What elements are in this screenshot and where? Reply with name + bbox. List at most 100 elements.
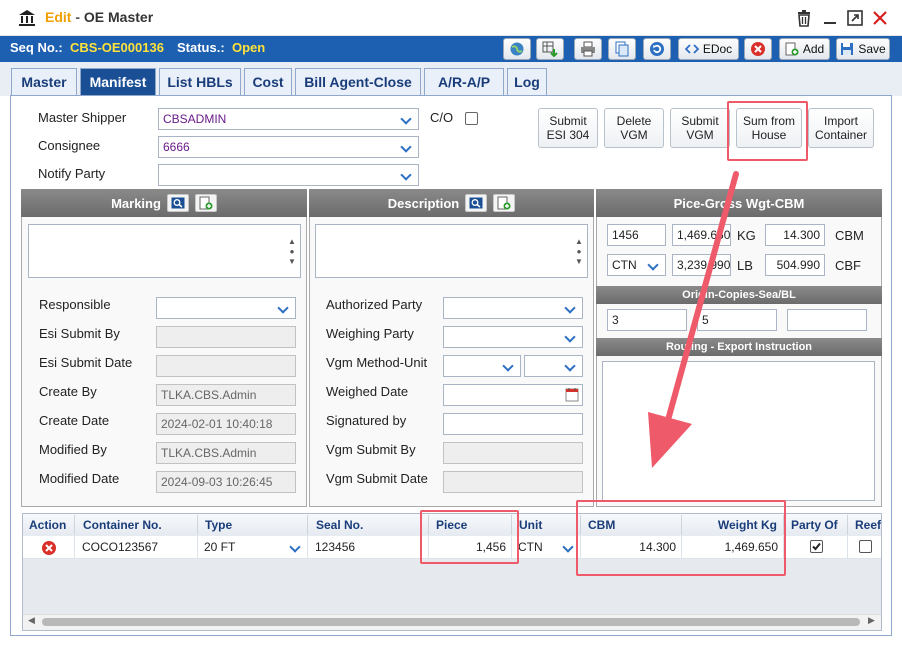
import-container-button[interactable]: Import Container xyxy=(808,108,874,148)
copy-button[interactable] xyxy=(608,38,636,60)
title-mode: Edit xyxy=(45,9,72,25)
chevron-down-icon xyxy=(561,299,581,317)
cell-type[interactable]: 20 FT xyxy=(199,536,308,558)
bank-icon xyxy=(19,10,35,26)
close-icon[interactable] xyxy=(870,8,890,28)
cell-unit-value: CTN xyxy=(518,540,543,554)
search-icon xyxy=(171,197,185,209)
notify-party-select[interactable] xyxy=(158,164,419,186)
tab-cost[interactable]: Cost xyxy=(244,68,292,95)
import-button[interactable] xyxy=(536,38,564,60)
trash-icon[interactable] xyxy=(794,8,814,28)
responsible-select[interactable] xyxy=(156,297,296,319)
authorized-party-select[interactable] xyxy=(443,297,583,319)
status-value: Open xyxy=(232,40,266,55)
cell-unit[interactable]: CTN xyxy=(513,536,581,558)
cbm-unit: CBM xyxy=(835,228,864,243)
create-by-label: Create By xyxy=(39,384,97,399)
vgm-submit-date-field xyxy=(443,471,583,493)
col-unit[interactable]: Unit xyxy=(513,515,581,535)
tab-ar-ap[interactable]: A/R-A/P xyxy=(424,68,504,95)
search-icon xyxy=(469,197,483,209)
cbm-field[interactable]: 14.300 xyxy=(765,224,825,246)
co-checkbox[interactable] xyxy=(465,112,478,125)
delete-circle-icon[interactable] xyxy=(41,540,57,556)
cell-container-no[interactable]: COCO123567 xyxy=(77,536,198,558)
checkmark-icon xyxy=(811,542,821,551)
scroll-left-icon[interactable]: ◀ xyxy=(28,615,35,626)
marking-search-button[interactable] xyxy=(166,194,189,212)
col-seal-no[interactable]: Seal No. xyxy=(310,515,429,535)
cell-seal-no[interactable]: 123456 xyxy=(310,536,429,558)
marking-add-button[interactable] xyxy=(194,194,217,212)
refresh-icon xyxy=(650,42,664,56)
printer-icon xyxy=(581,41,595,57)
consignee-select[interactable]: 6666 xyxy=(158,136,419,158)
copy-icon xyxy=(615,41,629,57)
globe-button[interactable] xyxy=(503,38,531,60)
master-shipper-value: CBSADMIN xyxy=(163,112,227,126)
description-search-button[interactable] xyxy=(465,194,488,212)
delete-button[interactable] xyxy=(744,38,772,60)
chevron-down-icon xyxy=(274,299,294,317)
tab-manifest[interactable]: Manifest xyxy=(80,68,156,95)
esi-submit-by-label: Esi Submit By xyxy=(39,326,120,341)
marking-scroll[interactable]: ▲ ● ▼ xyxy=(288,237,296,267)
print-button[interactable] xyxy=(574,38,602,60)
grid-scroll-thumb[interactable] xyxy=(42,618,860,626)
reefer-checkbox[interactable] xyxy=(858,540,872,553)
maximize-icon[interactable] xyxy=(845,8,865,28)
marking-textarea[interactable]: ▲ ● ▼ xyxy=(28,224,301,278)
col-party-of[interactable]: Party Of xyxy=(785,515,848,535)
create-date-label: Create Date xyxy=(39,413,110,428)
calendar-icon[interactable] xyxy=(565,387,579,402)
delete-vgm-button[interactable]: Delete VGM xyxy=(604,108,664,148)
marking-header: Marking xyxy=(21,189,307,217)
weighed-date-field[interactable] xyxy=(443,384,583,406)
master-shipper-label: Master Shipper xyxy=(38,110,127,125)
seq-no-label: Seq No.: xyxy=(10,40,63,55)
submit-esi-button[interactable]: Submit ESI 304 xyxy=(538,108,598,148)
consignee-value: 6666 xyxy=(163,140,190,154)
tab-bill-agent-close[interactable]: Bill Agent-Close xyxy=(295,68,421,95)
weighing-party-select[interactable] xyxy=(443,326,583,348)
modified-date-field: 2024-09-03 10:26:45 xyxy=(156,471,296,493)
col-action[interactable]: Action xyxy=(23,515,75,535)
authorized-party-label: Authorized Party xyxy=(326,297,423,312)
code-icon xyxy=(684,44,699,54)
master-shipper-select[interactable]: CBSADMIN xyxy=(158,108,419,130)
vgm-method-select[interactable] xyxy=(443,355,521,377)
edoc-button-label: EDoc xyxy=(702,42,733,56)
sea-bl-field[interactable] xyxy=(787,309,867,331)
submit-vgm-button[interactable]: Submit VGM xyxy=(670,108,730,148)
col-reefer[interactable]: Reefer xyxy=(849,515,881,535)
edoc-button[interactable]: EDoc xyxy=(678,38,739,60)
tab-log[interactable]: Log xyxy=(507,68,547,95)
col-container-no[interactable]: Container No. xyxy=(77,515,198,535)
esi-submit-date-field xyxy=(156,355,296,377)
cbf-unit: CBF xyxy=(835,258,861,273)
esi-submit-date-label: Esi Submit Date xyxy=(39,355,133,370)
description-header: Description xyxy=(309,189,594,217)
chevron-down-icon xyxy=(561,328,581,346)
tab-list-hbls[interactable]: List HBLs xyxy=(159,68,241,95)
highlight-piece xyxy=(420,510,519,564)
save-button[interactable]: Save xyxy=(836,38,890,60)
minimize-icon[interactable] xyxy=(820,8,840,28)
description-textarea[interactable]: ▲ ● ▼ xyxy=(315,224,588,278)
tab-master[interactable]: Master xyxy=(11,68,77,95)
vgm-method-unit-label: Vgm Method-Unit xyxy=(326,355,428,370)
delete-circle-icon xyxy=(751,42,765,56)
col-type[interactable]: Type xyxy=(199,515,308,535)
description-scroll[interactable]: ▲ ● ▼ xyxy=(575,237,583,267)
add-document-icon xyxy=(785,42,799,56)
signatured-by-field[interactable] xyxy=(443,413,583,435)
party-of-checkbox[interactable] xyxy=(809,540,823,553)
add-button[interactable]: Add xyxy=(779,38,830,60)
refresh-button[interactable] xyxy=(643,38,671,60)
chevron-down-icon xyxy=(397,166,417,184)
cbf-field[interactable]: 504.990 xyxy=(765,254,825,276)
vgm-unit-select[interactable] xyxy=(524,355,583,377)
scroll-right-icon[interactable]: ▶ xyxy=(868,615,875,626)
description-add-button[interactable] xyxy=(493,194,516,212)
